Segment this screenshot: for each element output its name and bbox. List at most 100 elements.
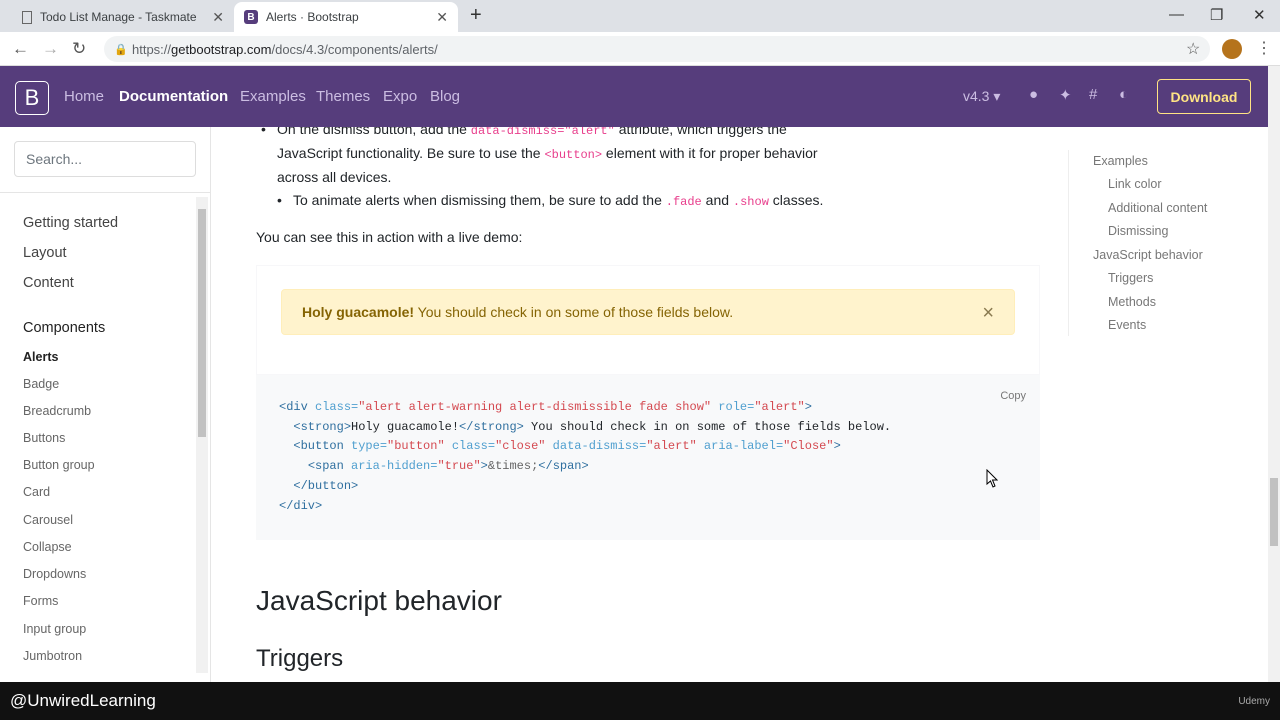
nav-documentation[interactable]: Documentation [119, 88, 228, 105]
code-token-str: "button" [387, 439, 445, 454]
profile-avatar[interactable] [1222, 39, 1242, 59]
sidebar-scroll-thumb[interactable] [198, 209, 206, 437]
toc-methods[interactable]: Methods [1108, 295, 1156, 309]
sidebar-scrollbar[interactable] [196, 197, 208, 673]
address-bar-row: ← → ↻ 🔒 https://getbootstrap.com/docs/4.… [0, 32, 1280, 66]
code-token-str: "alert alert-warning alert-dismissible f… [358, 400, 712, 414]
tab-title: Todo List Manage - Taskmate [40, 10, 197, 24]
toc-additional-content[interactable]: Additional content [1108, 201, 1207, 215]
code-token-tag: </strong> [459, 419, 524, 434]
sidebar-item-carousel[interactable]: Carousel [23, 513, 73, 527]
code-highlight: Copy <div class="alert alert-warning ale… [256, 375, 1040, 540]
back-icon[interactable]: ← [12, 39, 29, 59]
watermark: @UnwiredLearning [10, 691, 156, 710]
docs-sidebar: Search... Getting started Layout Content… [0, 127, 211, 682]
nav-examples[interactable]: Examples [240, 88, 306, 105]
toc-events[interactable]: Events [1108, 318, 1146, 332]
sidebar-item-card[interactable]: Card [23, 485, 50, 499]
close-window-icon[interactable]: ✕ [1253, 6, 1266, 24]
heading-triggers: Triggers [256, 645, 344, 672]
page-scroll-thumb[interactable] [1270, 478, 1278, 546]
toc-dismissing[interactable]: Dismissing [1108, 224, 1168, 238]
sidebar-item-buttons[interactable]: Buttons [23, 431, 65, 445]
slack-icon[interactable]: # [1089, 86, 1097, 103]
sidebar-item-dropdowns[interactable]: Dropdowns [23, 567, 86, 581]
code-token-attr: class= [315, 400, 359, 414]
url-host: getbootstrap.com [171, 41, 272, 57]
opencollective-icon[interactable]: ◐ [1119, 86, 1128, 103]
code-token-text: Holy guacamole! [351, 419, 460, 434]
sidebar-item-forms[interactable]: Forms [23, 594, 58, 608]
inline-code: .fade [665, 195, 702, 209]
code-line: </button> [279, 477, 891, 497]
code-token-tag: </div> [279, 498, 323, 513]
nav-blog[interactable]: Blog [430, 88, 460, 105]
code-token-tag: <div [279, 400, 316, 414]
code-token-str: "alert" [646, 439, 697, 454]
code-line: <span aria-hidden="true">&times;</span> [279, 457, 891, 477]
code-token-attr: aria-hidden= [351, 459, 438, 474]
new-tab-button[interactable]: + [470, 4, 482, 27]
sidebar-item-button-group[interactable]: Button group [23, 458, 95, 472]
nav-home[interactable]: Home [64, 88, 104, 105]
text: To animate alerts when dismissing them, … [293, 192, 666, 208]
text: element with it for proper behavior [602, 145, 818, 161]
sidebar-item-components[interactable]: Components [23, 320, 105, 336]
restore-icon[interactable]: ❐ [1210, 6, 1223, 24]
sidebar-item-alerts[interactable]: Alerts [23, 350, 58, 364]
sidebar-item-badge[interactable]: Badge [23, 377, 59, 391]
url-prefix: https:// [132, 41, 172, 57]
alert-strong: Holy guacamole! [302, 304, 415, 320]
sidebar-item-collapse[interactable]: Collapse [23, 540, 72, 554]
tab-alerts-bootstrap[interactable]: B Alerts · Bootstrap ✕ [234, 2, 458, 32]
toc-examples[interactable]: Examples [1093, 154, 1148, 168]
inline-code: .show [732, 195, 769, 209]
text: classes. [768, 192, 824, 208]
code-block: <div class="alert alert-warning alert-di… [279, 398, 891, 516]
inline-code: data-dismiss="alert" [470, 127, 615, 138]
page-scrollbar[interactable] [1268, 66, 1280, 682]
code-token-tag: > [804, 400, 812, 414]
close-icon[interactable]: × [982, 302, 994, 325]
toc-link-color[interactable]: Link color [1108, 177, 1162, 191]
sidebar-item-input-group[interactable]: Input group [23, 622, 86, 636]
sidebar-item-layout[interactable]: Layout [23, 245, 67, 261]
code-token-str: "alert" [754, 400, 805, 414]
version-dropdown[interactable]: v4.3 ▾ [963, 88, 1000, 105]
nav-themes[interactable]: Themes [316, 88, 370, 105]
close-tab-icon[interactable]: ✕ [212, 9, 224, 26]
download-button[interactable]: Download [1157, 79, 1251, 114]
bootstrap-logo[interactable]: B [15, 81, 49, 115]
copy-button[interactable]: Copy [1000, 390, 1026, 402]
url-input[interactable]: 🔒 https://getbootstrap.com/docs/4.3/comp… [104, 36, 1210, 62]
forward-icon[interactable]: → [42, 39, 59, 59]
tab-taskmate[interactable]: Todo List Manage - Taskmate ✕ [12, 2, 234, 32]
reload-icon[interactable]: ↻ [72, 39, 86, 59]
twitter-icon[interactable]: ✦ [1059, 86, 1072, 104]
lock-icon: 🔒 [114, 43, 128, 56]
github-icon[interactable]: ● [1029, 86, 1038, 103]
code-line: <strong>Holy guacamole!</strong> You sho… [279, 418, 891, 438]
toc-javascript-behavior[interactable]: JavaScript behavior [1093, 248, 1203, 262]
nav-expo[interactable]: Expo [383, 88, 417, 105]
toc-triggers[interactable]: Triggers [1108, 271, 1153, 285]
minimize-icon[interactable]: — [1169, 6, 1184, 23]
code-token-str: "Close" [783, 439, 834, 454]
code-token-attr: type= [351, 439, 388, 454]
code-line: <div class="alert alert-warning alert-di… [279, 398, 891, 418]
bookmark-star-icon[interactable]: ☆ [1186, 39, 1200, 59]
sidebar-item-jumbotron[interactable]: Jumbotron [23, 649, 82, 663]
heading-javascript-behavior: JavaScript behavior [256, 585, 502, 616]
udemy-logo: Udemy [1238, 696, 1270, 707]
sidebar-item-getting-started[interactable]: Getting started [23, 215, 118, 231]
divider [0, 192, 210, 193]
code-token-attr: role= [711, 400, 755, 414]
sidebar-item-content[interactable]: Content [23, 275, 74, 291]
tab-title: Alerts · Bootstrap [266, 10, 359, 24]
menu-icon[interactable]: ⋮ [1256, 38, 1272, 58]
close-tab-icon[interactable]: ✕ [436, 9, 448, 26]
search-input[interactable]: Search... [14, 141, 196, 177]
sidebar-item-breadcrumb[interactable]: Breadcrumb [23, 404, 91, 418]
